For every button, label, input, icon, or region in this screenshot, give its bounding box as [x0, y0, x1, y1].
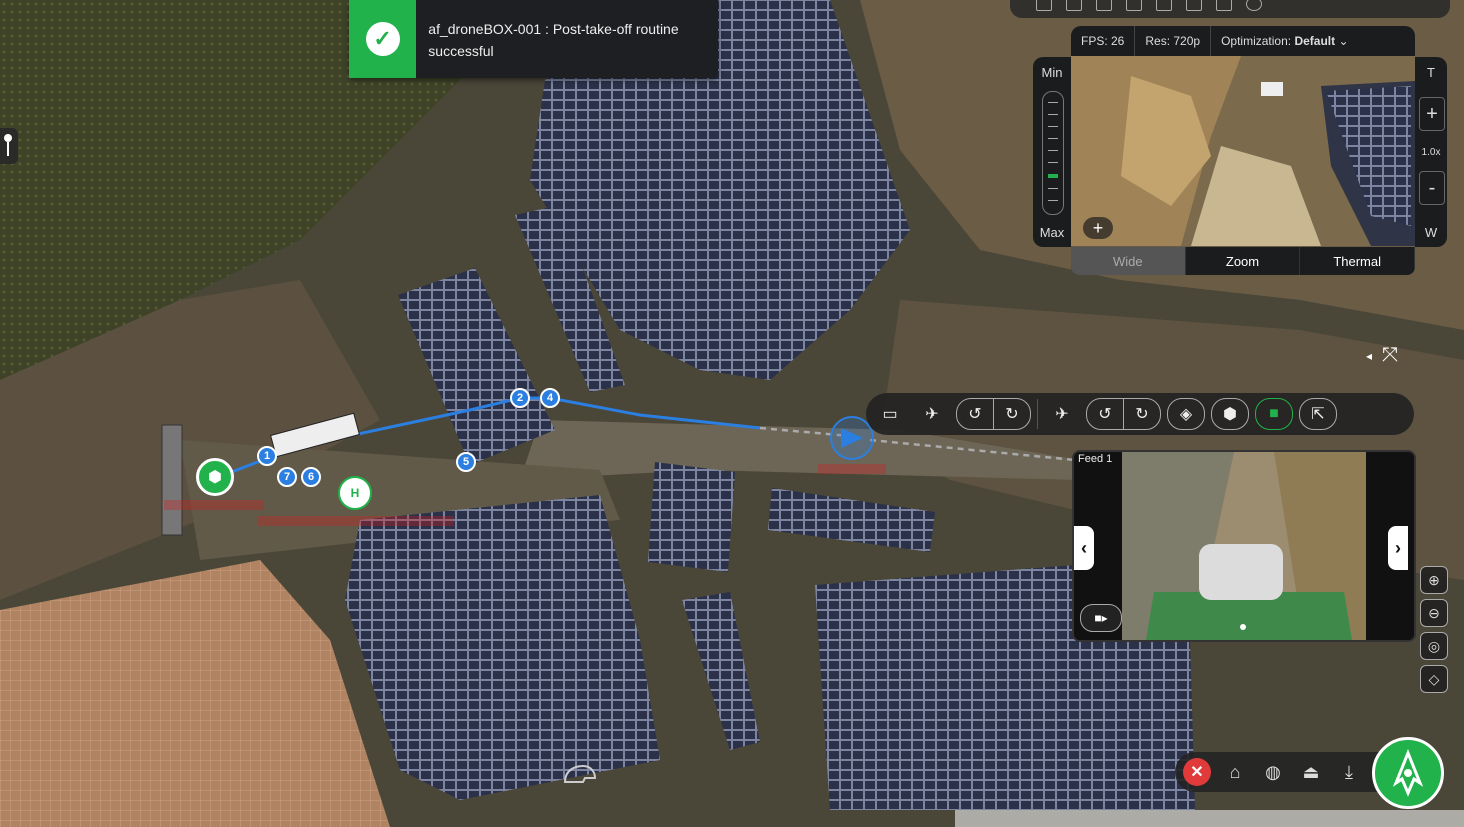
home-marker[interactable]: H — [338, 476, 372, 510]
video-camera-icon[interactable]: ■ — [1255, 398, 1293, 430]
flight-control-bar: ▭ ✈ ↺ ↻ ✈ ↺ ↻ ◈ ⬢ ■ ⇱ — [866, 393, 1414, 435]
external-link-icon[interactable]: ⇱ — [1299, 398, 1337, 430]
chevron-down-icon: ⌄ — [1335, 34, 1349, 48]
waypoint-1[interactable]: 1 — [257, 446, 277, 466]
mission-toolbar: ✕ ⌂ ◍ ⏏ ⤓ — [1175, 752, 1390, 792]
feed-prev-button[interactable]: ‹ — [1074, 526, 1094, 570]
resolution-readout: Res: 720p — [1135, 26, 1212, 56]
camera-status-bar: FPS: 26 Res: 720p Optimization: Default … — [1071, 26, 1415, 56]
collapse-arrow-icon[interactable]: ◂ — [1366, 349, 1372, 363]
waypoint-7[interactable]: 7 — [277, 467, 297, 487]
camera-add-button[interactable]: + — [1083, 217, 1113, 239]
zoom-in-icon[interactable]: ⊕ — [1420, 566, 1448, 594]
layout-icon[interactable] — [1096, 0, 1112, 11]
takeoff-icon[interactable]: ✈ — [914, 399, 950, 429]
user-icon[interactable] — [1246, 0, 1262, 11]
notification-message: af_droneBOX-001 : Post-take-off routine … — [428, 21, 679, 59]
feed-panel[interactable] — [1072, 450, 1416, 642]
feed-page-indicator — [1240, 624, 1246, 630]
helmet-icon[interactable] — [555, 760, 603, 788]
zoom-out-icon[interactable]: ⊖ — [1420, 599, 1448, 627]
feed-camera-button[interactable]: ■▸ — [1080, 604, 1122, 632]
waypoint-2[interactable]: 2 — [510, 388, 530, 408]
zoom-level: 1.0x — [1421, 147, 1441, 158]
camera-tabs: Wide Zoom Thermal — [1071, 247, 1415, 275]
box-icon[interactable] — [1036, 0, 1052, 11]
box-icon[interactable]: ⬢ — [1211, 398, 1249, 430]
map-pin-tab[interactable] — [0, 128, 18, 164]
takeoff-group: ↺ ↻ — [956, 398, 1031, 430]
gimbal-icon[interactable]: ◈ — [1167, 398, 1205, 430]
success-badge: ✓ — [349, 0, 417, 78]
map-tools: ⊕ ⊖ ◎ ◇ — [1420, 566, 1448, 698]
home-label: H — [350, 486, 360, 500]
globe-icon[interactable]: ◍ — [1259, 758, 1287, 786]
box-icon: ⬢ — [208, 469, 222, 486]
image-icon[interactable] — [1156, 0, 1172, 11]
drone-label — [818, 464, 886, 474]
hangar-icon[interactable] — [1216, 0, 1232, 11]
optimization-label: Optimization: — [1221, 34, 1292, 48]
zoom-min-label: Min — [1041, 65, 1063, 80]
zoom-in-button[interactable]: + — [1419, 97, 1445, 131]
landing-icon[interactable]: ✈ — [1044, 399, 1080, 429]
waypoint-6[interactable]: 6 — [301, 467, 321, 487]
tele-label: T — [1427, 65, 1435, 80]
bell-icon[interactable] — [1066, 0, 1082, 11]
fullscreen-icon[interactable]: ⤧ — [1382, 344, 1406, 366]
grid-icon[interactable] — [1126, 0, 1142, 11]
zoom-track[interactable] — [1042, 91, 1064, 215]
map-attribution — [955, 810, 1464, 827]
locate-icon[interactable]: ◎ — [1420, 632, 1448, 660]
rotate-right-icon[interactable]: ↻ — [993, 399, 1030, 429]
rotate-right-icon[interactable]: ↻ — [1123, 399, 1160, 429]
return-home-icon[interactable]: ⌂ — [1221, 758, 1249, 786]
dock-marker[interactable]: ⬢ — [196, 458, 234, 496]
optimization-value: Default — [1294, 34, 1336, 48]
landing-group: ↺ ↻ — [1086, 398, 1161, 430]
dock-label — [164, 500, 264, 510]
hangar-icon[interactable]: ▭ — [872, 399, 908, 429]
drone-camera-view[interactable] — [1071, 56, 1415, 246]
video-camera-icon: ■▸ — [1094, 611, 1108, 625]
pause-mission-icon[interactable]: ⏏ — [1297, 758, 1325, 786]
waypoint-4[interactable]: 4 — [540, 388, 560, 408]
waypoint-5[interactable]: 5 — [456, 452, 476, 472]
check-icon: ✓ — [365, 22, 400, 56]
layers-icon[interactable]: ◇ — [1420, 665, 1448, 693]
zoom-slider[interactable]: Min Max — [1033, 57, 1071, 247]
optimization-dropdown[interactable]: Optimization: Default ⌄ — [1211, 26, 1358, 56]
fps-readout: FPS: 26 — [1071, 26, 1136, 56]
zoom-max-label: Max — [1039, 225, 1065, 240]
home-label-bar — [258, 516, 454, 526]
rocket-icon — [1392, 749, 1424, 797]
cancel-icon[interactable]: ✕ — [1183, 758, 1211, 786]
rotate-left-icon[interactable]: ↺ — [1087, 399, 1123, 429]
drone-arrow-icon — [841, 428, 863, 448]
notification-toast: ✓ af_droneBOX-001 : Post-take-off routin… — [349, 0, 718, 78]
land-icon[interactable]: ⤓ — [1335, 758, 1363, 786]
pin-icon — [4, 134, 12, 142]
tab-thermal[interactable]: Thermal — [1300, 247, 1415, 275]
zoom-out-button[interactable]: - — [1419, 171, 1445, 205]
tab-wide[interactable]: Wide — [1071, 247, 1186, 275]
launch-button[interactable] — [1372, 737, 1444, 809]
wide-label: W — [1424, 225, 1438, 240]
tab-zoom[interactable]: Zoom — [1186, 247, 1301, 275]
rotate-left-icon[interactable]: ↺ — [957, 399, 993, 429]
tele-wide-control: T + 1.0x - W — [1415, 57, 1447, 247]
top-toolbar — [1010, 0, 1450, 18]
feed-label: Feed 1 — [1078, 453, 1113, 465]
feed-next-button[interactable]: › — [1388, 526, 1408, 570]
gear-icon[interactable] — [1186, 0, 1202, 11]
